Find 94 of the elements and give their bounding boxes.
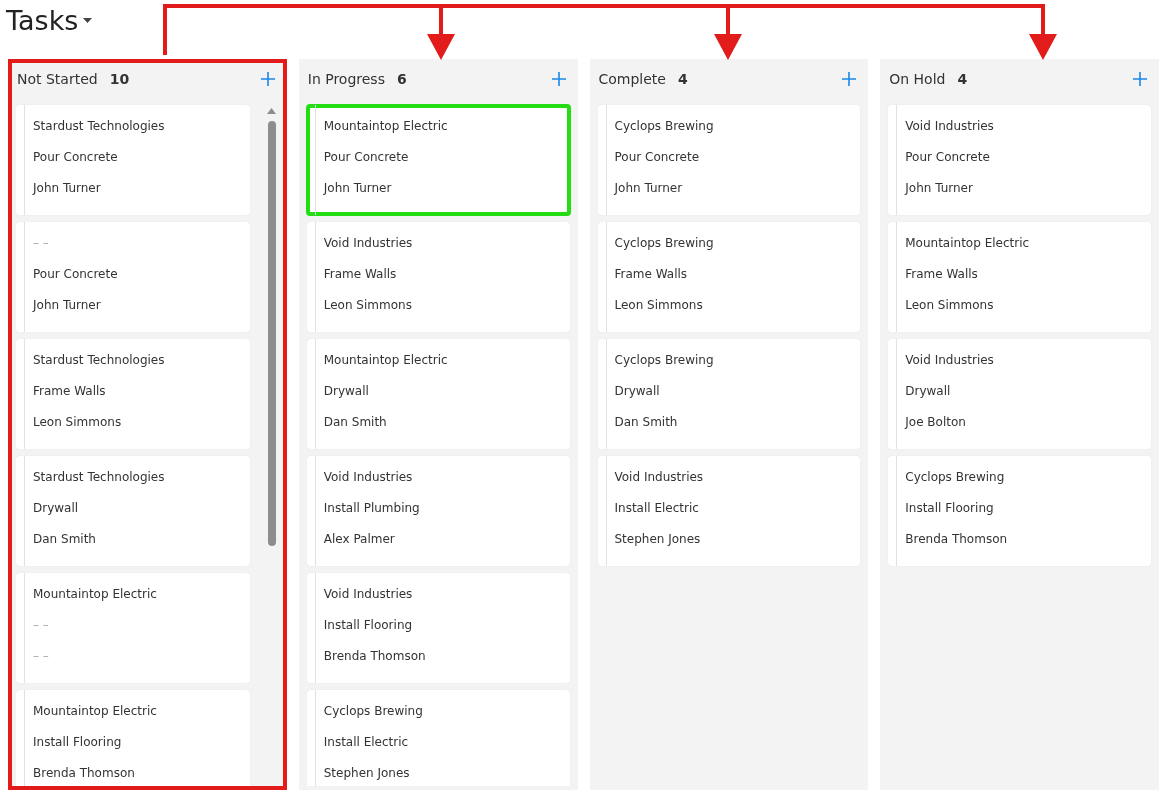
empty-field-text: – – [33,617,49,634]
task-card[interactable]: Void Industries Install Flooring Brenda Thomson [306,573,570,683]
card-text: Install Flooring [905,500,994,517]
card-text: Cyclops Brewing [614,118,714,135]
card-text: Cyclops Brewing [905,469,1005,486]
card-text: Install Flooring [323,617,413,634]
card-text: Leon Simmons [905,297,994,314]
task-card[interactable]: Cyclops Brewing Frame Walls Leon Simmons [597,222,861,332]
empty-field-text: – – [33,235,49,252]
task-card[interactable]: Void Industries Frame Walls Leon Simmons [306,222,570,332]
task-card[interactable]: Void Industries Drywall Joe Bolton [888,339,1151,449]
add-icon[interactable] [550,71,567,87]
task-card[interactable]: Cyclops Brewing Install Flooring Brenda Thomson [888,456,1151,566]
card-text: Void Industries [614,469,704,486]
task-card[interactable]: Mountaintop Electric Frame Walls Leon Simmons [888,222,1151,332]
card-text: Void Industries [905,352,994,369]
card-text: Dan Smith [323,414,387,431]
card-text: Mountaintop Electric [33,586,157,603]
card-text: Frame Walls [614,266,688,283]
card-text: Pour Concrete [614,149,700,166]
task-card[interactable]: Stardust Technologies Drywall Dan Smith [16,456,250,566]
add-icon[interactable] [1132,71,1148,87]
card-text: Pour Concrete [905,149,990,166]
add-icon[interactable] [841,71,858,87]
task-card[interactable]: Mountaintop Electric Pour Concrete John Turner [306,105,570,215]
card-text: Drywall [33,500,79,517]
card-text: Pour Concrete [33,266,118,283]
column-title: Complete [598,71,666,87]
task-count: 4 [957,71,968,87]
empty-field-text: – – [33,648,49,665]
card-text: John Turner [905,180,973,197]
card-text: Cyclops Brewing [323,703,423,720]
card-text: Brenda Thomson [323,648,426,665]
card-text: Dan Smith [614,414,678,431]
card-text: Mountaintop Electric [905,235,1030,252]
card-text: John Turner [323,180,392,197]
task-card[interactable]: Mountaintop Electric Drywall Dan Smith [306,339,570,449]
card-text: Cyclops Brewing [614,352,714,369]
card-text: Dan Smith [33,531,96,548]
column-title: Not Started [17,71,98,87]
task-card[interactable]: Void Industries Pour Concrete John Turner [888,105,1151,215]
scrollbar-thumb[interactable] [267,121,276,546]
card-text: Void Industries [323,235,413,252]
card-text: Void Industries [323,469,413,486]
task-card[interactable]: Mountaintop Electric – – – – [16,573,250,683]
card-text: Frame Walls [905,266,978,283]
card-text: Install Flooring [33,734,122,751]
card-text: Pour Concrete [33,149,118,166]
card-text: John Turner [614,180,683,197]
page-title[interactable]: Tasks [6,3,79,39]
card-text: Stephen Jones [323,765,410,782]
card-text: Leon Simmons [614,297,703,314]
card-text: Mountaintop Electric [323,352,448,369]
task-count: 6 [396,71,407,87]
card-text: Drywall [905,383,951,400]
task-card[interactable]: Void Industries Install Plumbing Alex Palmer [306,456,570,566]
card-text: Drywall [614,383,660,400]
card-text: Frame Walls [33,383,106,400]
card-text: John Turner [33,180,101,197]
task-card[interactable]: – – Pour Concrete John Turner [16,222,250,332]
card-text: Cyclops Brewing [614,235,714,252]
card-text: Joe Bolton [905,414,966,431]
card-text: Install Plumbing [323,500,420,517]
column-title: In Progress [307,71,385,87]
task-count: 10 [109,71,130,87]
task-count: 4 [678,71,688,87]
column-title: On Hold [889,71,946,87]
task-card[interactable]: Void Industries Install Electric Stephen Jones [597,456,861,566]
card-text: Alex Palmer [323,531,395,548]
card-text: Leon Simmons [33,414,122,431]
task-card[interactable]: Stardust Technologies Frame Walls Leon Simmons [16,339,250,449]
card-text: Mountaintop Electric [33,703,157,720]
add-icon[interactable] [259,71,276,87]
card-text: Stephen Jones [614,531,701,548]
card-text: Install Electric [614,500,699,517]
card-text: Install Electric [323,734,409,751]
task-card[interactable]: Cyclops Brewing Drywall Dan Smith [597,339,861,449]
card-text: Stardust Technologies [33,118,165,135]
task-card[interactable]: Stardust Technologies Pour Concrete John Turner [16,105,250,215]
card-text: Stardust Technologies [33,352,165,369]
caret-icon[interactable] [83,18,93,23]
card-text: Drywall [323,383,369,400]
card-text: Void Industries [905,118,994,135]
card-text: Frame Walls [323,266,397,283]
card-text: Brenda Thomson [33,765,135,782]
card-text: Pour Concrete [323,149,409,166]
card-text: Leon Simmons [323,297,412,314]
card-text: Brenda Thomson [905,531,1008,548]
card-text: Stardust Technologies [33,469,165,486]
card-text: Void Industries [323,586,413,603]
scroll-up-icon[interactable] [266,108,276,114]
card-text: John Turner [33,297,101,314]
card-text: Mountaintop Electric [323,118,448,135]
task-card[interactable]: Cyclops Brewing Pour Concrete John Turner [597,105,861,215]
